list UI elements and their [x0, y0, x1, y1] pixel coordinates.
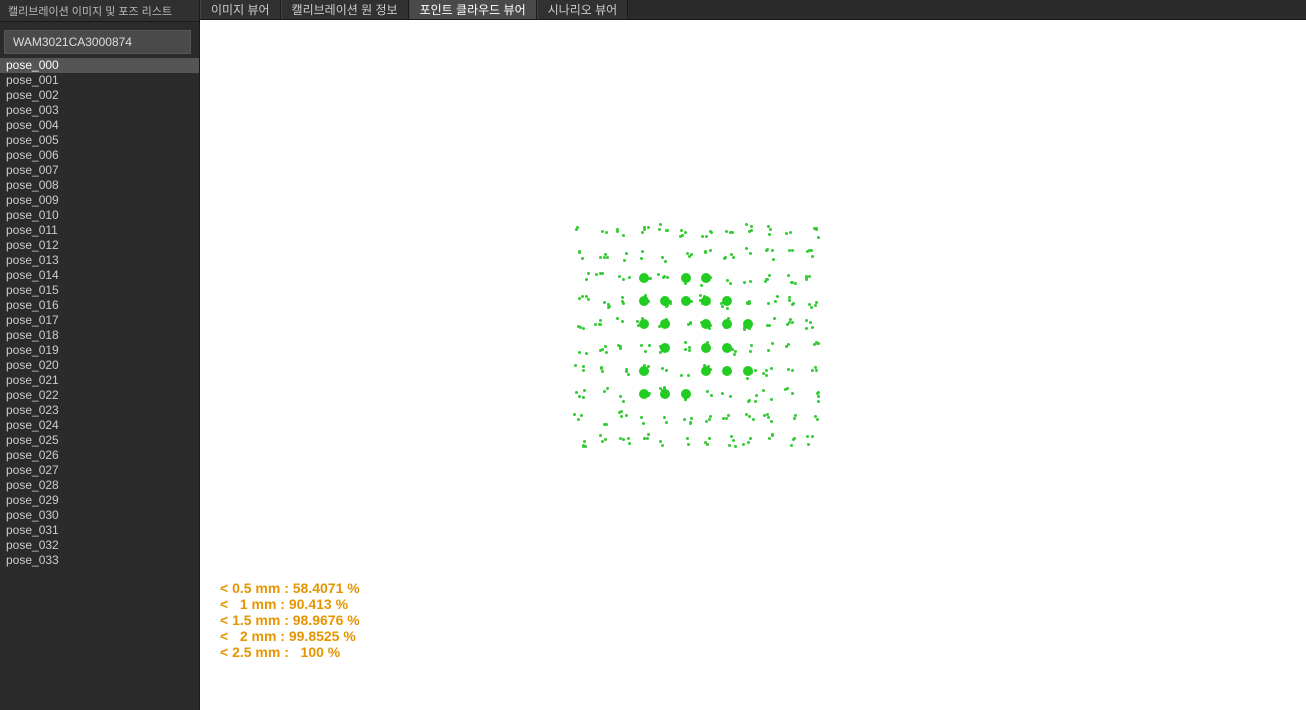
tab[interactable]: 포인트 클라우드 뷰어 — [409, 0, 537, 19]
stats-line: < 1.5 mm : 98.9676 % — [220, 612, 360, 628]
pose-item[interactable]: pose_006 — [0, 148, 199, 163]
tab[interactable]: 시나리오 뷰어 — [537, 0, 629, 19]
pose-item[interactable]: pose_001 — [0, 73, 199, 88]
pointcloud-canvas — [580, 230, 820, 460]
pose-item[interactable]: pose_019 — [0, 343, 199, 358]
pose-item[interactable]: pose_014 — [0, 268, 199, 283]
pose-item[interactable]: pose_008 — [0, 178, 199, 193]
tab[interactable]: 이미지 뷰어 — [200, 0, 281, 19]
pose-item[interactable]: pose_005 — [0, 133, 199, 148]
pose-item[interactable]: pose_026 — [0, 448, 199, 463]
pose-item[interactable]: pose_027 — [0, 463, 199, 478]
tab[interactable]: 캘리브레이션 원 정보 — [281, 0, 409, 19]
pose-item[interactable]: pose_007 — [0, 163, 199, 178]
accuracy-stats: < 0.5 mm : 58.4071 %< 1 mm : 90.413 %< 1… — [220, 580, 360, 660]
pose-item[interactable]: pose_000 — [0, 58, 199, 73]
pose-item[interactable]: pose_016 — [0, 298, 199, 313]
pose-item[interactable]: pose_010 — [0, 208, 199, 223]
device-id-selector[interactable]: WAM3021CA3000874 — [4, 30, 191, 54]
pose-item[interactable]: pose_028 — [0, 478, 199, 493]
pose-item[interactable]: pose_029 — [0, 493, 199, 508]
app-root: 캘리브레이션 이미지 및 포즈 리스트 WAM3021CA3000874 pos… — [0, 0, 1306, 710]
tab-bar: 이미지 뷰어캘리브레이션 원 정보포인트 클라우드 뷰어시나리오 뷰어 — [200, 0, 1306, 20]
pose-item[interactable]: pose_024 — [0, 418, 199, 433]
pointcloud-viewer[interactable]: < 0.5 mm : 58.4071 %< 1 mm : 90.413 %< 1… — [200, 20, 1306, 710]
pose-item[interactable]: pose_003 — [0, 103, 199, 118]
pose-item[interactable]: pose_017 — [0, 313, 199, 328]
stats-line: < 2 mm : 99.8525 % — [220, 628, 360, 644]
sidebar: 캘리브레이션 이미지 및 포즈 리스트 WAM3021CA3000874 pos… — [0, 0, 200, 710]
pose-item[interactable]: pose_004 — [0, 118, 199, 133]
stats-line: < 2.5 mm : 100 % — [220, 644, 360, 660]
pose-item[interactable]: pose_033 — [0, 553, 199, 568]
main-area: 이미지 뷰어캘리브레이션 원 정보포인트 클라우드 뷰어시나리오 뷰어 < 0.… — [200, 0, 1306, 710]
pose-item[interactable]: pose_020 — [0, 358, 199, 373]
pose-item[interactable]: pose_030 — [0, 508, 199, 523]
pose-item[interactable]: pose_002 — [0, 88, 199, 103]
pose-item[interactable]: pose_032 — [0, 538, 199, 553]
stats-line: < 0.5 mm : 58.4071 % — [220, 580, 360, 596]
pose-item[interactable]: pose_015 — [0, 283, 199, 298]
pose-item[interactable]: pose_009 — [0, 193, 199, 208]
pose-item[interactable]: pose_022 — [0, 388, 199, 403]
pose-item[interactable]: pose_031 — [0, 523, 199, 538]
pose-item[interactable]: pose_013 — [0, 253, 199, 268]
pose-list[interactable]: pose_000pose_001pose_002pose_003pose_004… — [0, 58, 199, 710]
pose-item[interactable]: pose_011 — [0, 223, 199, 238]
pose-item[interactable]: pose_023 — [0, 403, 199, 418]
pose-item[interactable]: pose_021 — [0, 373, 199, 388]
pose-item[interactable]: pose_018 — [0, 328, 199, 343]
sidebar-title: 캘리브레이션 이미지 및 포즈 리스트 — [0, 0, 199, 22]
pose-item[interactable]: pose_012 — [0, 238, 199, 253]
pose-item[interactable]: pose_025 — [0, 433, 199, 448]
stats-line: < 1 mm : 90.413 % — [220, 596, 360, 612]
